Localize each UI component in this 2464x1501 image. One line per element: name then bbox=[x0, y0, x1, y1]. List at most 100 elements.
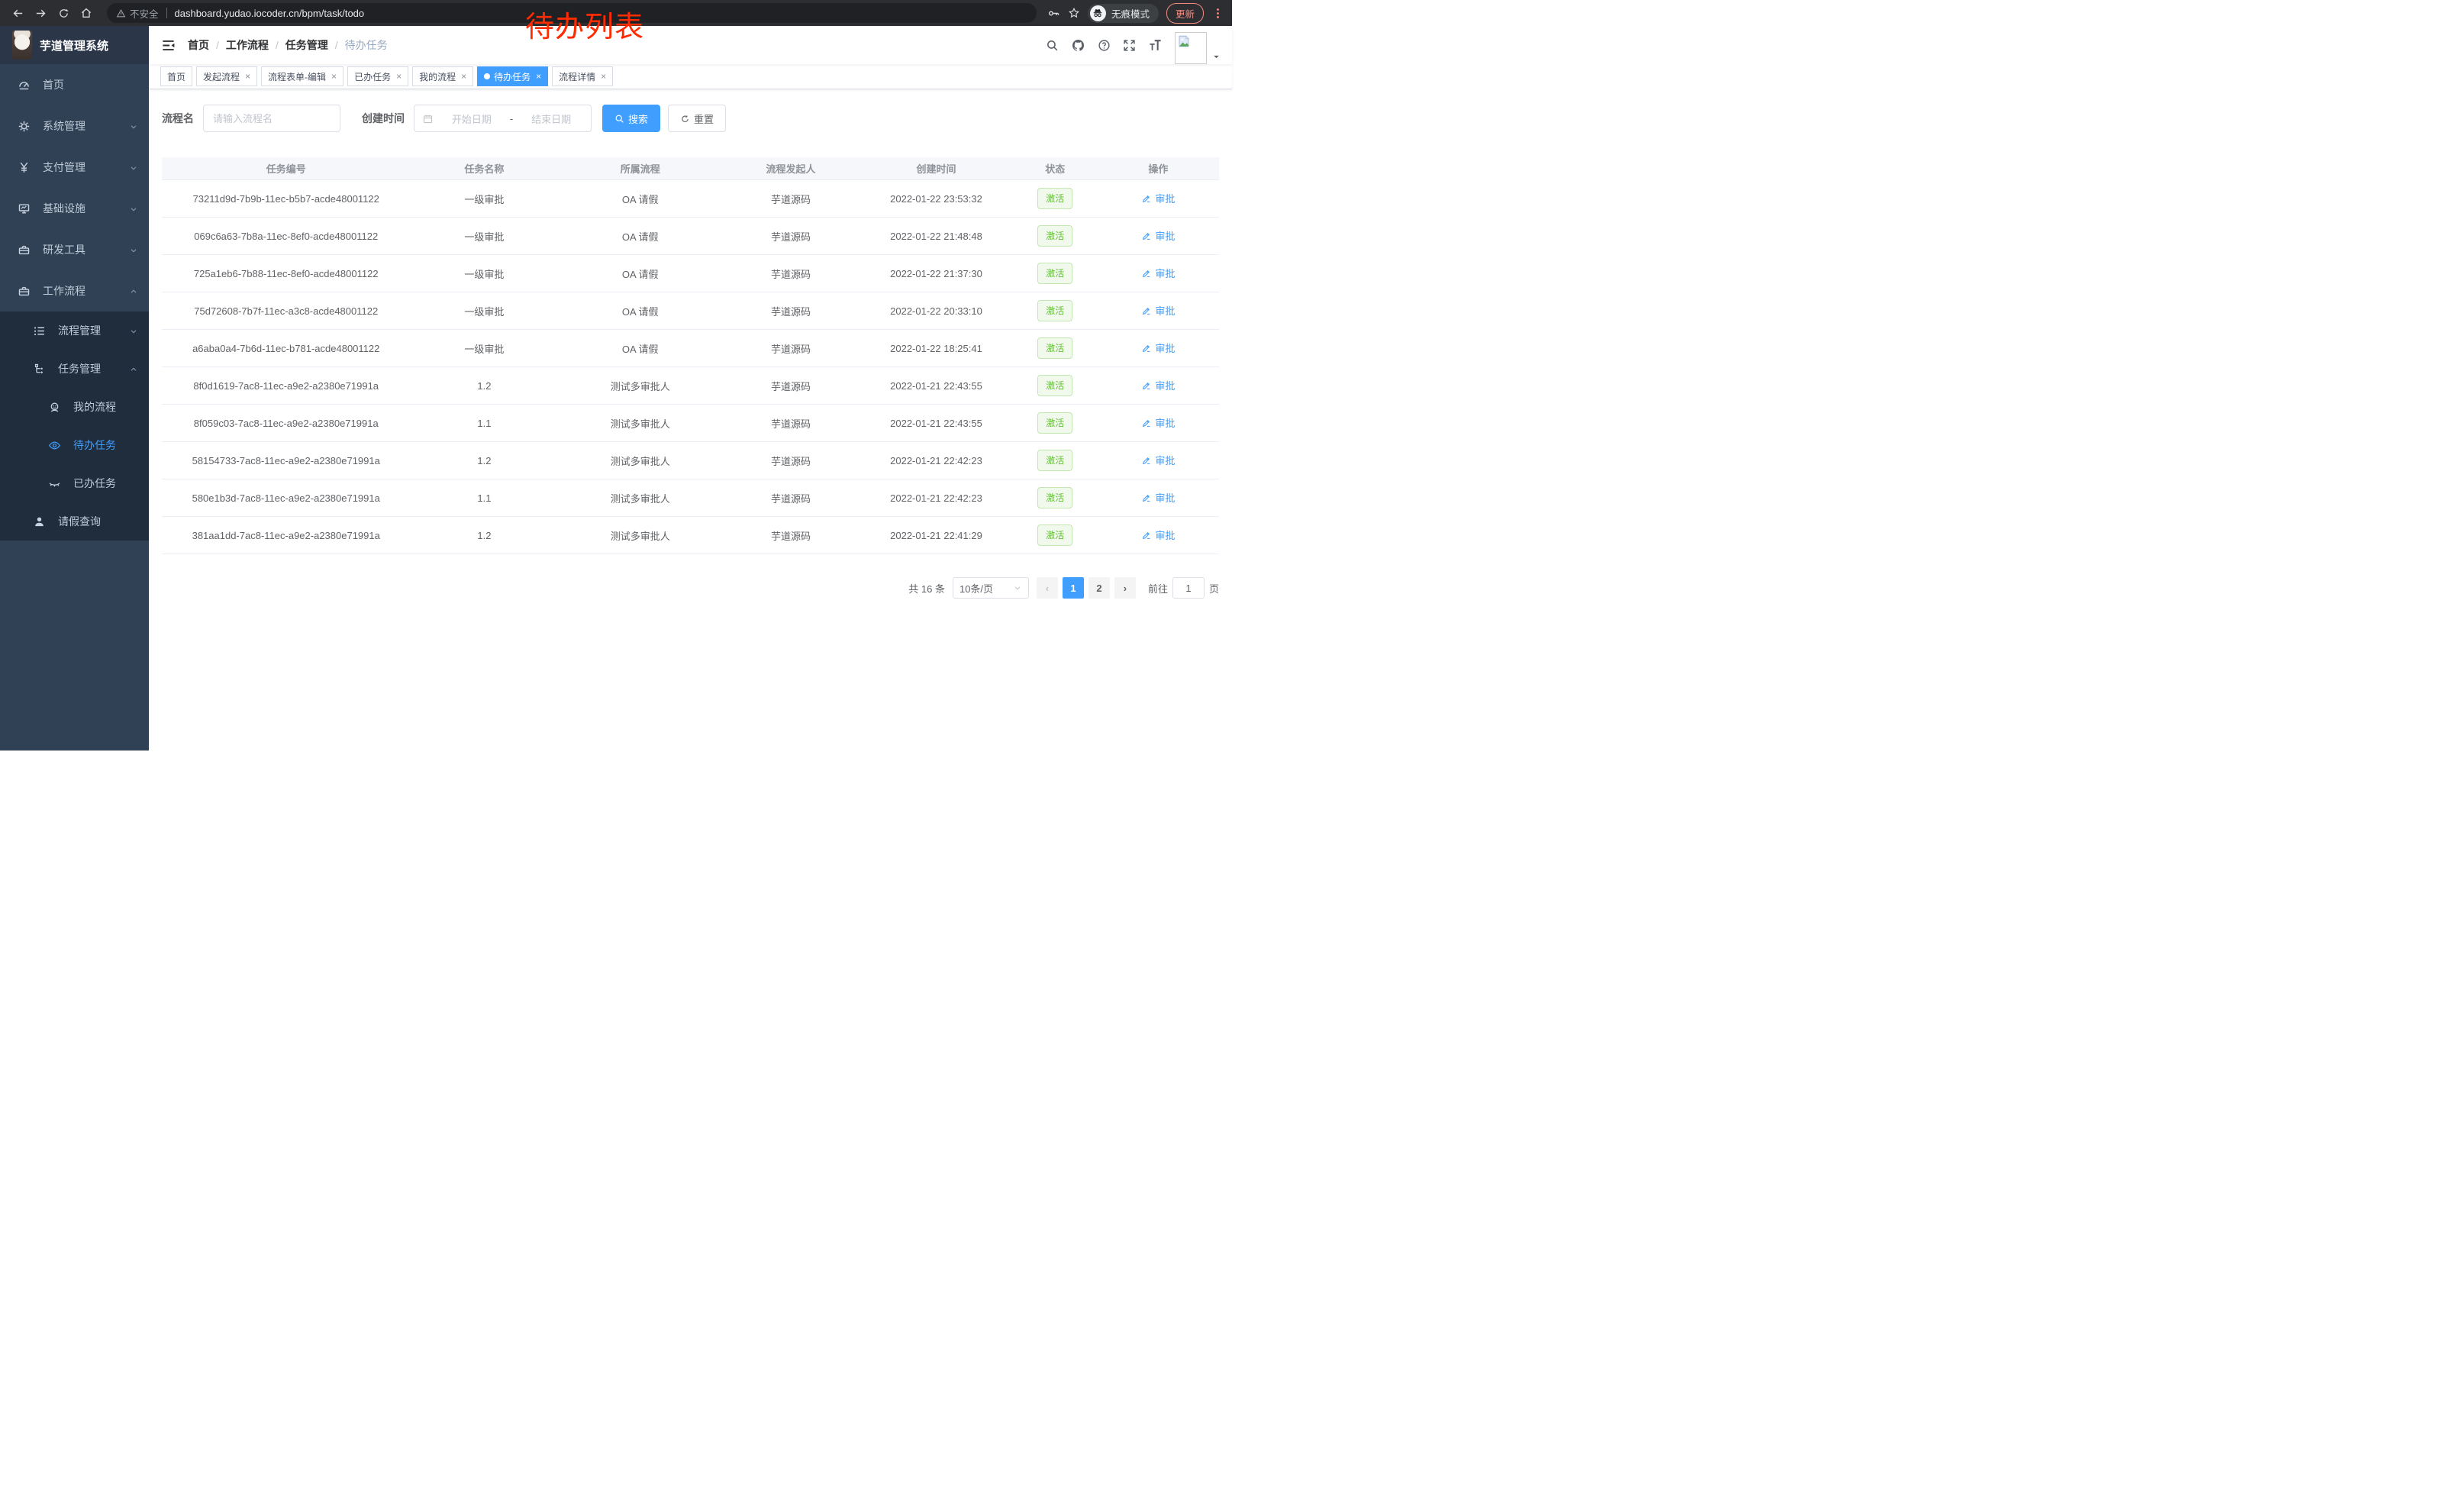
sidebar-item-5[interactable]: 工作流程 bbox=[0, 270, 149, 311]
sidebar-item-8[interactable]: 我的流程 bbox=[0, 388, 149, 426]
column-header-2: 所属流程 bbox=[558, 161, 722, 176]
reset-button-label: 重置 bbox=[694, 111, 714, 126]
sidebar-item-3[interactable]: 基础设施 bbox=[0, 188, 149, 229]
sidebar: 芋道管理系统 首页系统管理支付管理基础设施研发工具工作流程流程管理任务管理我的流… bbox=[0, 26, 149, 750]
process-name-label: 流程名 bbox=[162, 111, 194, 126]
edit-pen-icon bbox=[1141, 418, 1152, 428]
font-size-icon[interactable] bbox=[1148, 38, 1163, 53]
breadcrumb-item-2[interactable]: 任务管理 bbox=[285, 37, 328, 53]
tab-6[interactable]: 流程详情× bbox=[552, 66, 613, 86]
header-search-icon[interactable] bbox=[1046, 39, 1059, 52]
tags-view: 首页发起流程×流程表单-编辑×已办任务×我的流程×待办任务×流程详情× bbox=[149, 64, 1232, 89]
sidebar-item-1[interactable]: 系统管理 bbox=[0, 105, 149, 147]
sidebar-item-0[interactable]: 首页 bbox=[0, 64, 149, 105]
active-tab-dot bbox=[484, 73, 490, 79]
process-name-input[interactable] bbox=[203, 105, 340, 132]
process-cell: 测试多审批人 bbox=[558, 454, 722, 468]
sidebar-collapse-icon[interactable] bbox=[161, 38, 176, 53]
status-badge: 激活 bbox=[1037, 188, 1072, 209]
status-badge: 激活 bbox=[1037, 263, 1072, 284]
approve-link[interactable]: 审批 bbox=[1141, 415, 1175, 430]
start-date-placeholder[interactable]: 开始日期 bbox=[440, 111, 504, 126]
tab-close-icon[interactable]: × bbox=[536, 71, 541, 82]
sidebar-item-label: 系统管理 bbox=[43, 118, 129, 134]
browser-update-button[interactable]: 更新 bbox=[1166, 3, 1204, 24]
approve-link[interactable]: 审批 bbox=[1141, 378, 1175, 392]
sidebar-item-11[interactable]: 请假查询 bbox=[0, 502, 149, 541]
sidebar-item-7[interactable]: 任务管理 bbox=[0, 350, 149, 388]
sidebar-item-label: 工作流程 bbox=[43, 283, 129, 299]
avatar-menu[interactable] bbox=[1175, 26, 1221, 64]
next-page-button[interactable]: › bbox=[1114, 577, 1136, 599]
approve-link[interactable]: 审批 bbox=[1141, 453, 1175, 467]
reset-button[interactable]: 重置 bbox=[668, 105, 726, 132]
edit-pen-icon bbox=[1141, 343, 1152, 353]
chevron-up-icon bbox=[129, 285, 138, 297]
tab-2[interactable]: 流程表单-编辑× bbox=[261, 66, 343, 86]
sidebar-item-label: 任务管理 bbox=[58, 361, 129, 376]
security-warning[interactable]: 不安全 bbox=[116, 6, 159, 21]
breadcrumb-item-0[interactable]: 首页 bbox=[188, 37, 209, 53]
approve-link[interactable]: 审批 bbox=[1141, 303, 1175, 318]
reset-refresh-icon bbox=[680, 114, 690, 124]
page-size-value: 10条/页 bbox=[959, 581, 993, 596]
process-cell: 测试多审批人 bbox=[558, 528, 722, 543]
date-range-picker[interactable]: 开始日期 - 结束日期 bbox=[414, 105, 592, 132]
password-key-icon[interactable] bbox=[1047, 7, 1060, 20]
create-time-cell: 2022-01-21 22:41:29 bbox=[859, 530, 1013, 541]
sidebar-item-4[interactable]: 研发工具 bbox=[0, 229, 149, 270]
chevron-down-icon bbox=[129, 324, 138, 337]
github-icon[interactable] bbox=[1071, 38, 1085, 53]
browser-forward-icon[interactable] bbox=[31, 3, 50, 23]
column-header-0: 任务编号 bbox=[162, 161, 410, 176]
goto-page-input[interactable] bbox=[1172, 577, 1205, 599]
browser-menu-icon[interactable] bbox=[1211, 7, 1224, 20]
sidebar-item-2[interactable]: 支付管理 bbox=[0, 147, 149, 188]
tab-close-icon[interactable]: × bbox=[245, 71, 250, 82]
search-button[interactable]: 搜索 bbox=[602, 105, 660, 132]
tab-5[interactable]: 待办任务× bbox=[477, 66, 548, 86]
task-id-cell: 8f059c03-7ac8-11ec-a9e2-a2380e71991a bbox=[162, 418, 410, 429]
sidebar-item-6[interactable]: 流程管理 bbox=[0, 311, 149, 350]
table-row: 580e1b3d-7ac8-11ec-a9e2-a2380e71991a1.1测… bbox=[162, 479, 1219, 517]
tab-close-icon[interactable]: × bbox=[461, 71, 466, 82]
approve-link[interactable]: 审批 bbox=[1141, 191, 1175, 205]
sidebar-item-10[interactable]: 已办任务 bbox=[0, 464, 149, 502]
starter-cell: 芋道源码 bbox=[722, 192, 859, 206]
task-id-cell: 580e1b3d-7ac8-11ec-a9e2-a2380e71991a bbox=[162, 492, 410, 504]
task-name-cell: 一级审批 bbox=[410, 229, 558, 244]
end-date-placeholder[interactable]: 结束日期 bbox=[519, 111, 583, 126]
tab-close-icon[interactable]: × bbox=[396, 71, 402, 82]
fullscreen-icon[interactable] bbox=[1123, 39, 1136, 52]
table-row: 8f0d1619-7ac8-11ec-a9e2-a2380e71991a1.2测… bbox=[162, 367, 1219, 405]
avatar[interactable] bbox=[1175, 32, 1207, 64]
tab-close-icon[interactable]: × bbox=[601, 71, 606, 82]
approve-link[interactable]: 审批 bbox=[1141, 528, 1175, 542]
task-id-cell: 73211d9d-7b9b-11ec-b5b7-acde48001122 bbox=[162, 193, 410, 205]
tab-4[interactable]: 我的流程× bbox=[412, 66, 473, 86]
help-icon[interactable] bbox=[1098, 39, 1111, 52]
browser-back-icon[interactable] bbox=[8, 3, 27, 23]
tab-close-icon[interactable]: × bbox=[331, 71, 337, 82]
approve-link[interactable]: 审批 bbox=[1141, 341, 1175, 355]
page-button-2[interactable]: 2 bbox=[1088, 577, 1110, 599]
sidebar-logo[interactable]: 芋道管理系统 bbox=[0, 26, 149, 64]
table-row: 381aa1dd-7ac8-11ec-a9e2-a2380e71991a1.2测… bbox=[162, 517, 1219, 554]
tab-1[interactable]: 发起流程× bbox=[196, 66, 257, 86]
page-size-select[interactable]: 10条/页 bbox=[953, 577, 1029, 599]
approve-link[interactable]: 审批 bbox=[1141, 266, 1175, 280]
approve-link[interactable]: 审批 bbox=[1141, 228, 1175, 243]
breadcrumb-separator: / bbox=[335, 39, 338, 51]
page-button-1[interactable]: 1 bbox=[1063, 577, 1084, 599]
status-badge: 激活 bbox=[1037, 337, 1072, 359]
browser-home-icon[interactable] bbox=[76, 3, 96, 23]
approve-link[interactable]: 审批 bbox=[1141, 490, 1175, 505]
breadcrumb-item-1[interactable]: 工作流程 bbox=[226, 37, 269, 53]
edit-pen-icon bbox=[1141, 193, 1152, 204]
bookmark-star-icon[interactable] bbox=[1068, 7, 1080, 19]
sidebar-item-9[interactable]: 待办任务 bbox=[0, 426, 149, 464]
prev-page-button[interactable]: ‹ bbox=[1037, 577, 1058, 599]
tab-0[interactable]: 首页 bbox=[160, 66, 192, 86]
tab-3[interactable]: 已办任务× bbox=[347, 66, 408, 86]
browser-reload-icon[interactable] bbox=[53, 3, 73, 23]
